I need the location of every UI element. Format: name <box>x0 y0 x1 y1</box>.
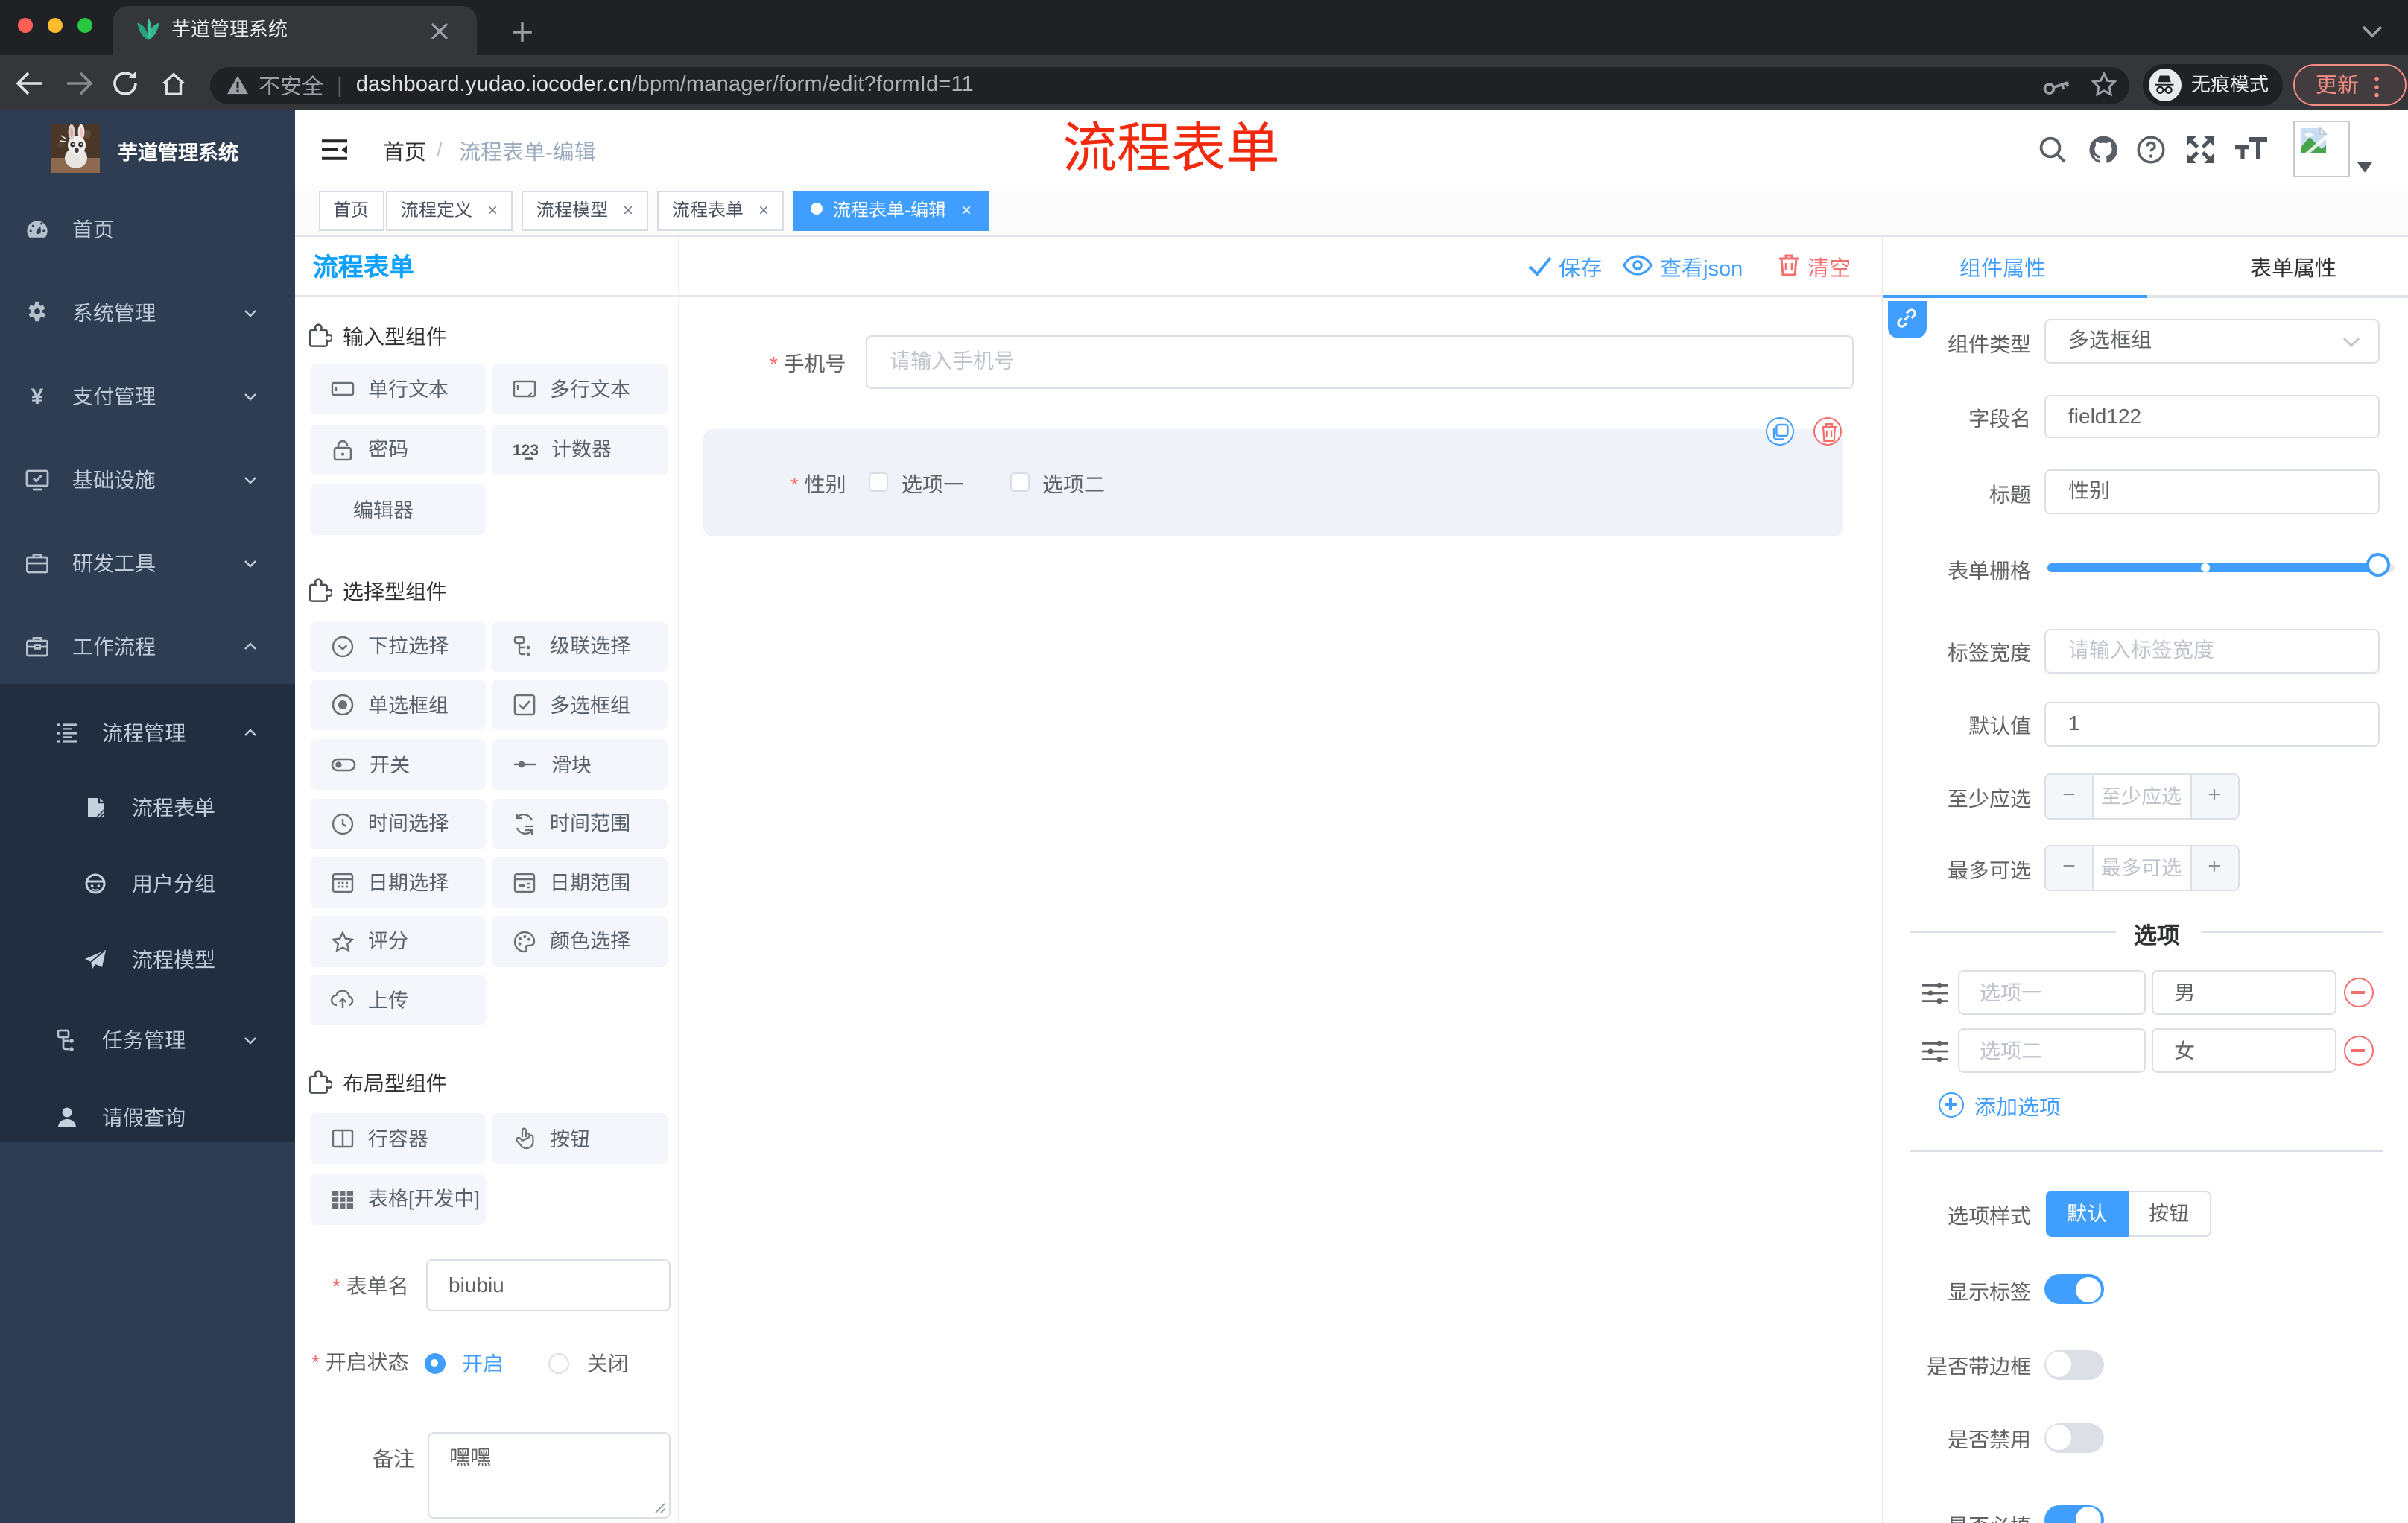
svg-text:123: 123 <box>513 441 538 458</box>
svg-text:¥: ¥ <box>31 384 44 408</box>
